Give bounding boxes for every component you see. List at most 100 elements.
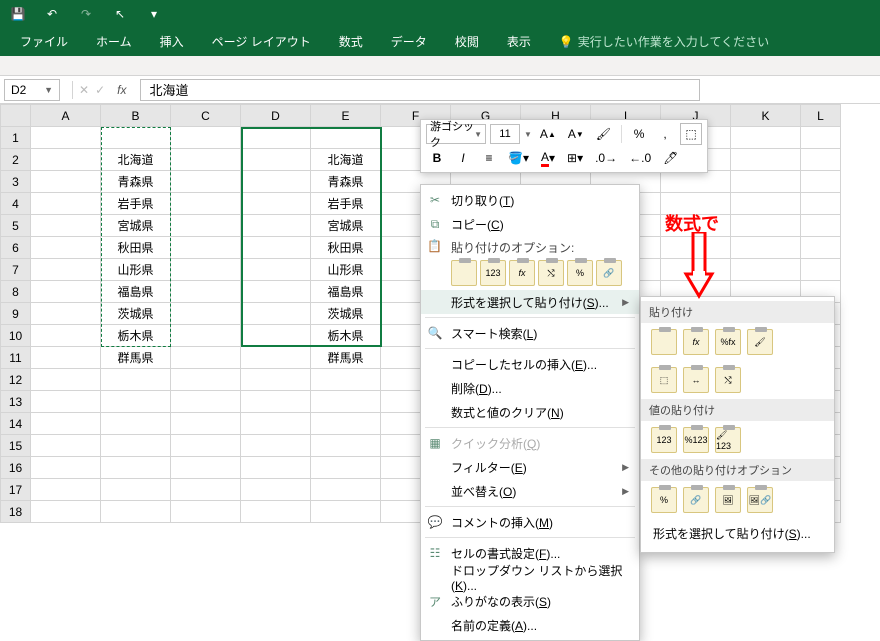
col-header[interactable]: E [311,105,381,127]
tab-review[interactable]: 校閲 [441,27,493,56]
cell[interactable] [31,303,101,325]
cell[interactable] [31,391,101,413]
comma-style-icon[interactable]: , [654,123,676,145]
cell[interactable] [101,391,171,413]
cell[interactable] [311,369,381,391]
col-header[interactable]: K [731,105,801,127]
cell[interactable] [31,193,101,215]
paste-keep-source-formatting[interactable]: 🖌 [747,329,773,355]
cell[interactable] [241,259,311,281]
cell[interactable] [241,237,311,259]
cell[interactable] [241,171,311,193]
paste-transpose[interactable]: ⤭ [715,367,741,393]
cell[interactable] [31,435,101,457]
row-header[interactable]: 16 [1,457,31,479]
cell[interactable] [171,281,241,303]
fx-icon[interactable]: fx [111,83,132,97]
cell[interactable]: 茨城県 [311,303,381,325]
cell[interactable] [731,215,801,237]
row-header[interactable]: 18 [1,501,31,523]
cell[interactable] [661,193,731,215]
cell[interactable] [171,127,241,149]
cell[interactable]: 福島県 [101,281,171,303]
ctx-insert-comment[interactable]: 💬コメントの挿入(M) [421,510,639,534]
redo-button[interactable]: ↷ [74,2,98,26]
paste-all-option[interactable] [451,260,477,286]
paste-formatting-option[interactable]: % [567,260,593,286]
ctx-smart-lookup[interactable]: 🔍スマート検索(L) [421,321,639,345]
font-size-input[interactable] [490,124,520,144]
col-header[interactable]: D [241,105,311,127]
cell[interactable]: 岩手県 [311,193,381,215]
cell[interactable] [31,215,101,237]
name-box[interactable]: D2 ▼ [4,79,60,101]
cell[interactable] [171,391,241,413]
paste-link-option[interactable]: 🔗 [596,260,622,286]
cell[interactable] [101,457,171,479]
cell[interactable] [731,171,801,193]
row-header[interactable]: 3 [1,171,31,193]
cell[interactable]: 山形県 [101,259,171,281]
row-header[interactable]: 12 [1,369,31,391]
tab-insert[interactable]: 挿入 [146,27,198,56]
cell[interactable]: 宮城県 [311,215,381,237]
row-header[interactable]: 15 [1,435,31,457]
row-header[interactable]: 4 [1,193,31,215]
cell[interactable] [171,325,241,347]
cell[interactable] [661,237,731,259]
ctx-paste-special[interactable]: 形式を選択して貼り付け(S)...▶ [421,290,639,314]
row-header[interactable]: 13 [1,391,31,413]
cell[interactable] [241,435,311,457]
cell[interactable] [31,479,101,501]
cell[interactable] [31,413,101,435]
cell[interactable] [661,259,731,281]
cell[interactable] [731,127,801,149]
cell[interactable] [101,435,171,457]
cell[interactable]: 栃木県 [311,325,381,347]
cell[interactable] [801,193,841,215]
row-header[interactable]: 8 [1,281,31,303]
ctx-filter[interactable]: フィルター(E)▶ [421,455,639,479]
cell[interactable] [171,457,241,479]
row-header[interactable]: 2 [1,149,31,171]
cell[interactable] [171,237,241,259]
cell[interactable] [801,215,841,237]
cell[interactable]: 秋田県 [101,237,171,259]
cell[interactable] [171,413,241,435]
paste-values-source-format[interactable]: 🖌123 [715,427,741,453]
cursor-mode-button[interactable]: ↖ [108,2,132,26]
enter-formula-icon[interactable]: ✓ [95,83,105,97]
cell[interactable]: 宮城県 [101,215,171,237]
paste-formatting[interactable]: % [651,487,677,513]
cell-styles-icon[interactable]: 🖊 [659,147,682,169]
paste-special-dialog[interactable]: 形式を選択して貼り付け(S)... [641,519,834,548]
cell[interactable]: 栃木県 [101,325,171,347]
cell[interactable] [101,479,171,501]
tab-formula[interactable]: 数式 [325,27,377,56]
font-color-icon[interactable]: A▾ [537,147,559,169]
decrease-decimal-icon[interactable]: ←.0 [625,147,655,169]
cell[interactable] [731,259,801,281]
cell[interactable]: 岩手県 [101,193,171,215]
italic-button[interactable]: I [452,147,474,169]
cell[interactable] [311,479,381,501]
cell[interactable] [311,127,381,149]
undo-button[interactable]: ↶ [40,2,64,26]
row-header[interactable]: 1 [1,127,31,149]
format-painter-icon[interactable]: 🖌 [592,123,615,145]
cell[interactable]: 群馬県 [101,347,171,369]
cell[interactable] [31,347,101,369]
ctx-delete[interactable]: 削除(D)... [421,376,639,400]
cell[interactable] [241,193,311,215]
cell[interactable] [171,149,241,171]
paste-keep-col-widths[interactable]: ↔ [683,367,709,393]
decrease-font-icon[interactable]: A▼ [564,123,588,145]
cell[interactable]: 山形県 [311,259,381,281]
cell[interactable] [661,215,731,237]
paste-picture[interactable]: 🖼 [715,487,741,513]
col-header[interactable]: L [801,105,841,127]
col-header[interactable]: B [101,105,171,127]
paste-all[interactable] [651,329,677,355]
ctx-dropdown-list[interactable]: ドロップダウン リストから選択(K)... [421,565,639,589]
paste-formulas-number-format[interactable]: %fx [715,329,741,355]
